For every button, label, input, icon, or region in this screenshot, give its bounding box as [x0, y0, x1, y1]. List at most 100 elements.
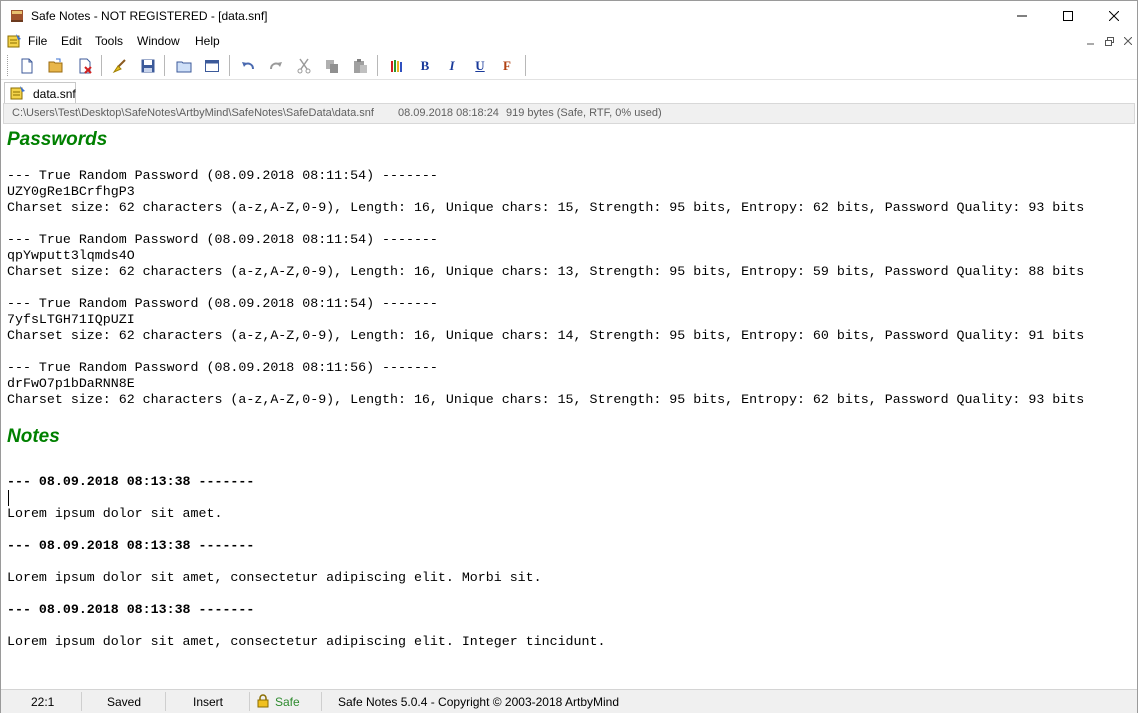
new-document-icon	[21, 58, 33, 74]
password-value: UZY0gRe1BCrfhgP3	[7, 184, 135, 199]
toolbar-separator	[164, 55, 165, 76]
lock-icon	[257, 694, 269, 708]
password-header: --- True Random Password (08.09.2018 08:…	[7, 296, 438, 311]
bold-button[interactable]: B	[414, 55, 436, 77]
note-header: --- 08.09.2018 08:13:38 -------	[7, 474, 255, 489]
status-separator	[165, 692, 166, 711]
paste-icon	[354, 59, 367, 73]
close-document-button[interactable]	[74, 55, 96, 77]
password-value: qpYwputt3lqmds4O	[7, 248, 135, 263]
close-document-icon	[79, 58, 92, 74]
password-header: --- True Random Password (08.09.2018 08:…	[7, 168, 438, 183]
menu-file[interactable]: File	[28, 34, 47, 48]
title-bar: Safe Notes - NOT REGISTERED - [data.snf]	[1, 1, 1137, 31]
window-title: Safe Notes - NOT REGISTERED - [data.snf]	[31, 9, 268, 23]
cursor-position: 22:1	[31, 695, 55, 709]
toolbar-grip[interactable]	[7, 55, 10, 76]
toolbar: B I U F	[1, 51, 1137, 80]
status-separator	[249, 692, 250, 711]
underline-button[interactable]: U	[469, 55, 491, 77]
tab-label: data.snf	[33, 87, 76, 101]
notes-heading: Notes	[7, 426, 60, 447]
folder-icon	[176, 61, 192, 73]
copy-button[interactable]	[321, 55, 343, 77]
cut-button[interactable]	[293, 55, 315, 77]
close-icon	[1109, 11, 1119, 21]
status-bar: 22:1 Saved Insert Safe Safe Notes 5.0.4 …	[1, 689, 1137, 713]
undo-icon	[242, 62, 254, 70]
app-window: Safe Notes - NOT REGISTERED - [data.snf]…	[0, 0, 1138, 713]
menu-bar: File Edit Tools Window Help	[1, 31, 1137, 51]
file-info: 919 bytes (Safe, RTF, 0% used)	[506, 107, 662, 119]
document-icon	[10, 86, 25, 100]
file-path: C:\Users\Test\Desktop\SafeNotes\ArtbyMin…	[12, 107, 374, 119]
copyright-text: Safe Notes 5.0.4 - Copyright © 2003-2018…	[338, 695, 619, 709]
clean-button[interactable]	[109, 55, 131, 77]
toolbar-separator	[229, 55, 230, 76]
maximize-icon	[1063, 11, 1073, 21]
note-text: Lorem ipsum dolor sit amet, consectetur …	[7, 570, 542, 585]
tab-strip: data.snf	[1, 81, 1137, 103]
window-view-button[interactable]	[201, 55, 223, 77]
insert-mode: Insert	[193, 695, 224, 709]
tab-data-snf[interactable]: data.snf	[4, 82, 76, 103]
redo-button[interactable]	[265, 55, 287, 77]
toolbar-separator	[101, 55, 102, 76]
toolbar-separator	[377, 55, 378, 76]
file-info-bar: C:\Users\Test\Desktop\SafeNotes\ArtbyMin…	[3, 103, 1135, 124]
new-button[interactable]	[16, 55, 38, 77]
folder-view-button[interactable]	[173, 55, 195, 77]
password-value: drFwO7p1bDaRNN8E	[7, 376, 135, 391]
scissors-icon	[297, 58, 311, 74]
restore-icon	[1104, 36, 1114, 46]
document-icon[interactable]	[6, 33, 22, 49]
window-icon	[205, 60, 219, 72]
minimize-button[interactable]	[999, 1, 1045, 31]
password-details: Charset size: 62 characters (a-z,A-Z,0-9…	[7, 392, 1085, 407]
open-button[interactable]	[45, 55, 67, 77]
paste-button[interactable]	[349, 55, 371, 77]
menu-window[interactable]: Window	[137, 34, 180, 48]
broom-icon	[112, 59, 126, 74]
save-button[interactable]	[137, 55, 159, 77]
passwords-heading: Passwords	[7, 129, 108, 150]
mdi-close-button[interactable]	[1121, 34, 1135, 48]
italic-button[interactable]: I	[441, 55, 463, 77]
editor-area[interactable]: Passwords --- True Random Password (08.0…	[3, 125, 1137, 689]
minimize-icon	[1017, 15, 1027, 17]
menu-tools[interactable]: Tools	[95, 34, 123, 48]
password-header: --- True Random Password (08.09.2018 08:…	[7, 360, 438, 375]
note-text: Lorem ipsum dolor sit amet, consectetur …	[7, 634, 606, 649]
save-status: Saved	[107, 695, 142, 709]
password-details: Charset size: 62 characters (a-z,A-Z,0-9…	[7, 200, 1085, 215]
minimize-icon	[1087, 43, 1094, 45]
color-button[interactable]	[385, 55, 407, 77]
status-separator	[321, 692, 322, 711]
menu-help[interactable]: Help	[195, 34, 220, 48]
note-header: --- 08.09.2018 08:13:38 -------	[7, 602, 255, 617]
crayons-icon	[391, 60, 402, 72]
copy-icon	[326, 60, 338, 73]
open-folder-icon	[48, 58, 63, 73]
text-caret	[8, 490, 9, 506]
password-value: 7yfsLTGH71IQpUZI	[7, 312, 135, 327]
mdi-restore-button[interactable]	[1102, 34, 1116, 48]
note-text: Lorem ipsum dolor sit amet.	[7, 506, 223, 521]
file-datetime: 08.09.2018 08:18:24	[398, 107, 499, 119]
status-separator	[81, 692, 82, 711]
close-button[interactable]	[1091, 1, 1137, 31]
toolbar-separator	[525, 55, 526, 76]
close-icon	[1124, 37, 1132, 45]
maximize-button[interactable]	[1045, 1, 1091, 31]
note-header: --- 08.09.2018 08:13:38 -------	[7, 538, 255, 553]
font-button[interactable]: F	[496, 55, 518, 77]
password-details: Charset size: 62 characters (a-z,A-Z,0-9…	[7, 328, 1085, 343]
book-icon	[11, 10, 23, 22]
redo-icon	[270, 62, 282, 70]
undo-button[interactable]	[237, 55, 259, 77]
safe-status: Safe	[275, 695, 300, 709]
password-header: --- True Random Password (08.09.2018 08:…	[7, 232, 438, 247]
menu-edit[interactable]: Edit	[61, 34, 82, 48]
save-icon	[141, 59, 155, 73]
mdi-minimize-button[interactable]	[1084, 34, 1098, 48]
